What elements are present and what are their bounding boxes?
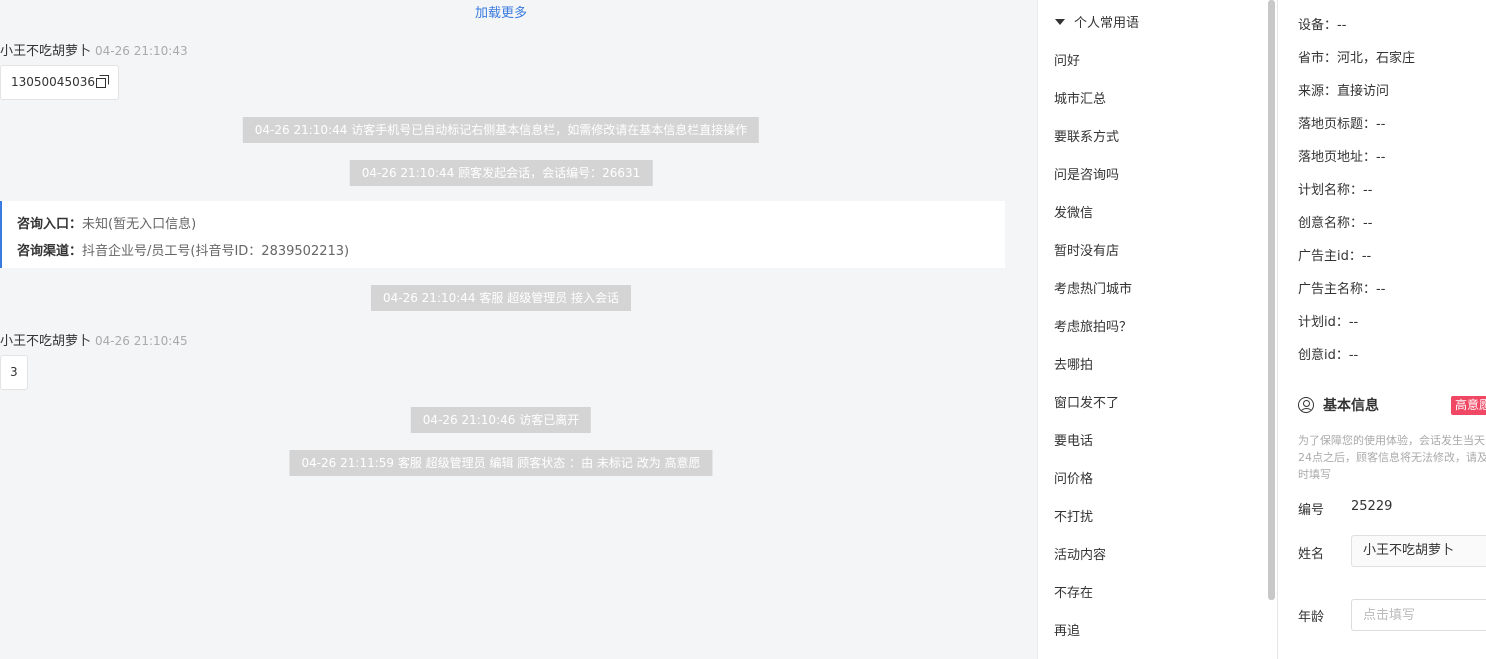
caret-down-icon — [1055, 19, 1065, 25]
message-sender: 小王不吃胡萝卜 04-26 21:10:45 — [0, 330, 188, 349]
sender-name: 小王不吃胡萝卜 — [0, 44, 92, 59]
user-circle-icon — [1298, 397, 1314, 413]
message-time: 04-26 21:10:43 — [95, 44, 188, 58]
info-landing-title: 落地页标题：-- — [1298, 117, 1386, 132]
phrase-item[interactable]: 窗口发不了 — [1054, 392, 1119, 411]
phrase-item[interactable]: 问是咨询吗 — [1054, 164, 1119, 183]
info-creative-name: 创意名称：-- — [1298, 216, 1373, 231]
load-more-link[interactable]: 加载更多 — [0, 2, 1002, 21]
message-bubble: 13050045036 — [0, 65, 119, 100]
system-message: 04-26 21:10:44 客服 超级管理员 接入会话 — [370, 285, 632, 311]
customer-info-panel: 设备：-- 省市：河北，石家庄 来源：直接访问 落地页标题：-- 落地页地址：-… — [1277, 0, 1486, 659]
phrase-item[interactable]: 暂时没有店 — [1054, 240, 1119, 259]
info-region: 省市：河北，石家庄 — [1298, 51, 1416, 66]
message-time: 04-26 21:10:45 — [95, 334, 188, 348]
phrase-item[interactable]: 城市汇总 — [1054, 88, 1106, 107]
phrase-item[interactable]: 要联系方式 — [1054, 126, 1119, 145]
basic-info-header: 基本信息 — [1298, 395, 1379, 415]
consult-entry-value: 未知(暂无入口信息) — [82, 217, 197, 232]
info-landing-url: 落地页地址：-- — [1298, 150, 1386, 165]
system-message: 04-26 21:10:46 访客已离开 — [410, 407, 592, 433]
name-field[interactable]: 小王不吃胡萝卜 — [1351, 535, 1486, 567]
id-label: 编号 — [1298, 503, 1325, 518]
copy-icon[interactable] — [95, 75, 109, 88]
system-message: 04-26 21:10:44 顾客发起会话，会话编号：26631 — [349, 160, 653, 186]
message-text: 13050045036 — [11, 75, 95, 89]
phrase-item[interactable]: 考虑旅拍吗？ — [1054, 316, 1132, 335]
name-label: 姓名 — [1298, 547, 1325, 562]
phrase-item[interactable]: 再追 — [1054, 620, 1080, 639]
info-advertiser-name: 广告主名称：-- — [1298, 282, 1386, 297]
basic-info-title: 基本信息 — [1323, 398, 1379, 414]
phrase-item[interactable]: 要电话 — [1054, 430, 1093, 449]
phrases-scrollbar[interactable] — [1268, 0, 1275, 600]
intent-status-badge[interactable]: 高意愿 — [1451, 396, 1486, 415]
phrase-item[interactable]: 活动内容 — [1054, 544, 1106, 563]
system-message: 04-26 21:10:44 访客手机号已自动标记右侧基本信息栏，如需修改请在基… — [242, 117, 760, 143]
age-input[interactable] — [1351, 599, 1486, 631]
consult-channel-value: 抖音企业号/员工号(抖音号ID：2839502213) — [82, 244, 350, 259]
id-value: 25229 — [1351, 499, 1393, 514]
phrase-item[interactable]: 发微信 — [1054, 202, 1093, 221]
phrase-item[interactable]: 去哪拍 — [1054, 354, 1093, 373]
phrases-group-title: 个人常用语 — [1074, 16, 1140, 31]
message-sender: 小王不吃胡萝卜 04-26 21:10:43 — [0, 40, 188, 59]
phrase-item[interactable]: 不打扰 — [1054, 506, 1093, 525]
chat-area: 加载更多 小王不吃胡萝卜 04-26 21:10:43 13050045036 0… — [0, 0, 1037, 659]
sender-name: 小王不吃胡萝卜 — [0, 334, 92, 349]
info-creative-id: 创意id：-- — [1298, 348, 1359, 363]
consult-entry-label: 咨询入口： — [17, 217, 83, 232]
info-plan-id: 计划id：-- — [1298, 315, 1359, 330]
edit-notice: 为了保障您的使用体验，会话发生当天的24点之后，顾客信息将无法修改，请及时填写 — [1298, 434, 1486, 481]
info-advertiser-id: 广告主id：-- — [1298, 249, 1372, 264]
age-label: 年龄 — [1298, 610, 1325, 625]
info-device: 设备：-- — [1298, 18, 1347, 33]
phrases-group-header[interactable]: 个人常用语 — [1055, 12, 1139, 31]
message-bubble: 3 — [0, 355, 28, 390]
info-plan-name: 计划名称：-- — [1298, 183, 1373, 198]
system-message: 04-26 21:11:59 客服 超级管理员 编辑 顾客状态 ：由 未标记 改… — [289, 450, 713, 476]
message-text: 3 — [10, 365, 18, 379]
phrase-item[interactable]: 问价格 — [1054, 468, 1093, 487]
phrase-item[interactable]: 考虑热门城市 — [1054, 278, 1132, 297]
quick-phrases-panel: 个人常用语 问好 城市汇总 要联系方式 问是咨询吗 发微信 暂时没有店 考虑热门… — [1037, 0, 1277, 659]
consult-channel-label: 咨询渠道： — [17, 244, 83, 259]
info-source: 来源：直接访问 — [1298, 84, 1390, 99]
consult-info-card: 咨询入口：未知(暂无入口信息) 咨询渠道：抖音企业号/员工号(抖音号ID：283… — [0, 201, 1005, 268]
phrase-item[interactable]: 不存在 — [1054, 582, 1093, 601]
phrase-item[interactable]: 问好 — [1054, 50, 1080, 69]
